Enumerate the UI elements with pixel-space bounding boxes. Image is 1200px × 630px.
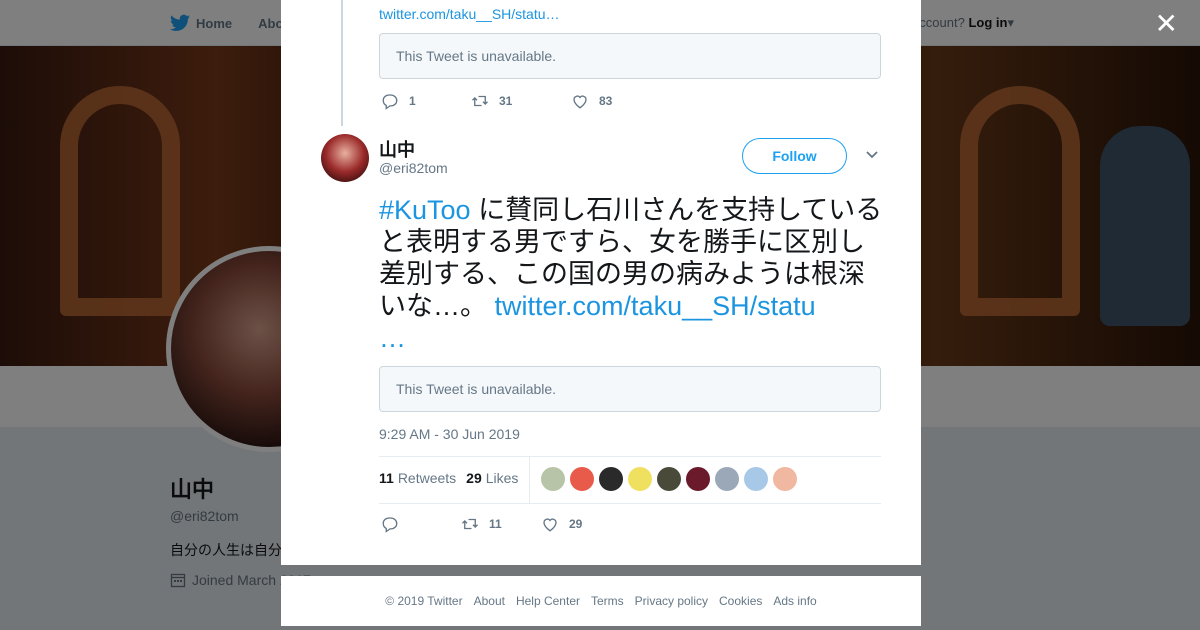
reply-button[interactable] — [381, 515, 461, 533]
footer-cookies-link[interactable]: Cookies — [719, 594, 762, 608]
previous-reply-count: 1 — [409, 94, 416, 108]
like-count: 29 — [569, 517, 583, 531]
quoted-tweet-unavailable: This Tweet is unavailable. — [379, 366, 881, 412]
hashtag-link[interactable]: #KuToo — [379, 195, 471, 225]
footer-help-link[interactable]: Help Center — [516, 594, 580, 608]
footer-terms-link[interactable]: Terms — [591, 594, 624, 608]
liker-avatar[interactable] — [744, 467, 768, 491]
close-icon[interactable]: ✕ — [1155, 10, 1178, 38]
liker-avatar[interactable] — [628, 467, 652, 491]
retweet-icon — [462, 518, 478, 530]
previous-like-button[interactable]: 83 — [571, 92, 641, 110]
tweet-stats: 11 Retweets 29 Likes — [379, 470, 518, 486]
tweet-actions: 11 29 — [381, 515, 621, 533]
modal-footer: © 2019 Twitter About Help Center Terms P… — [281, 576, 921, 626]
tweet-timestamp: 9:29 AM - 30 Jun 2019 — [379, 426, 520, 442]
footer-privacy-link[interactable]: Privacy policy — [635, 594, 708, 608]
retweet-count: 11 — [489, 517, 502, 531]
previous-tweet-actions: 1 31 83 — [381, 92, 641, 110]
previous-reply-button[interactable]: 1 — [381, 92, 441, 110]
heart-icon — [543, 518, 557, 532]
previous-like-count: 83 — [599, 94, 613, 108]
likers-avatars — [541, 467, 797, 491]
author-name[interactable]: 山中 — [379, 136, 415, 162]
reply-icon — [382, 517, 398, 533]
footer-ads-link[interactable]: Ads info — [773, 594, 816, 608]
likes-stat[interactable]: 29 Likes — [466, 470, 518, 486]
previous-quoted-tweet-unavailable: This Tweet is unavailable. — [379, 33, 881, 79]
reply-icon — [382, 94, 398, 110]
follow-button[interactable]: Follow — [742, 138, 847, 174]
retweet-icon — [472, 95, 488, 107]
stats-divider-bottom — [379, 503, 881, 504]
tweet-permalink-modal: twitter.com/taku__SH/statu… This Tweet i… — [281, 0, 921, 565]
author-avatar[interactable] — [321, 134, 369, 182]
likes-stat-label: Likes — [485, 470, 519, 486]
thread-connector-line — [341, 0, 343, 126]
footer-copyright: © 2019 Twitter — [385, 594, 463, 608]
tweet-link-ellipsis[interactable]: … — [379, 323, 406, 353]
liker-avatar[interactable] — [773, 467, 797, 491]
previous-tweet-link[interactable]: twitter.com/taku__SH/statu… — [379, 6, 560, 22]
retweet-button[interactable]: 11 — [461, 515, 541, 533]
stats-divider-top — [379, 456, 881, 457]
tweet-link[interactable]: twitter.com/taku__SH/statu — [495, 291, 816, 321]
liker-avatar[interactable] — [686, 467, 710, 491]
liker-avatar[interactable] — [570, 467, 594, 491]
author-handle[interactable]: @eri82tom — [379, 160, 448, 176]
previous-retweet-count: 31 — [499, 94, 513, 108]
likes-stat-count: 29 — [466, 470, 482, 486]
stats-separator — [529, 457, 530, 503]
retweets-stat[interactable]: 11 Retweets — [379, 470, 456, 486]
retweets-stat-count: 11 — [379, 470, 394, 486]
tweet-text: #KuToo に賛同し石川さんを支持していると表明する男ですら、女を勝手に区別し… — [379, 194, 889, 354]
liker-avatar[interactable] — [599, 467, 623, 491]
retweets-stat-label: Retweets — [397, 470, 457, 486]
liker-avatar[interactable] — [541, 467, 565, 491]
liker-avatar[interactable] — [715, 467, 739, 491]
footer-about-link[interactable]: About — [474, 594, 505, 608]
heart-icon — [573, 95, 587, 109]
chevron-down-icon[interactable] — [865, 148, 879, 162]
like-button[interactable]: 29 — [541, 515, 621, 533]
liker-avatar[interactable] — [657, 467, 681, 491]
previous-retweet-button[interactable]: 31 — [471, 92, 541, 110]
